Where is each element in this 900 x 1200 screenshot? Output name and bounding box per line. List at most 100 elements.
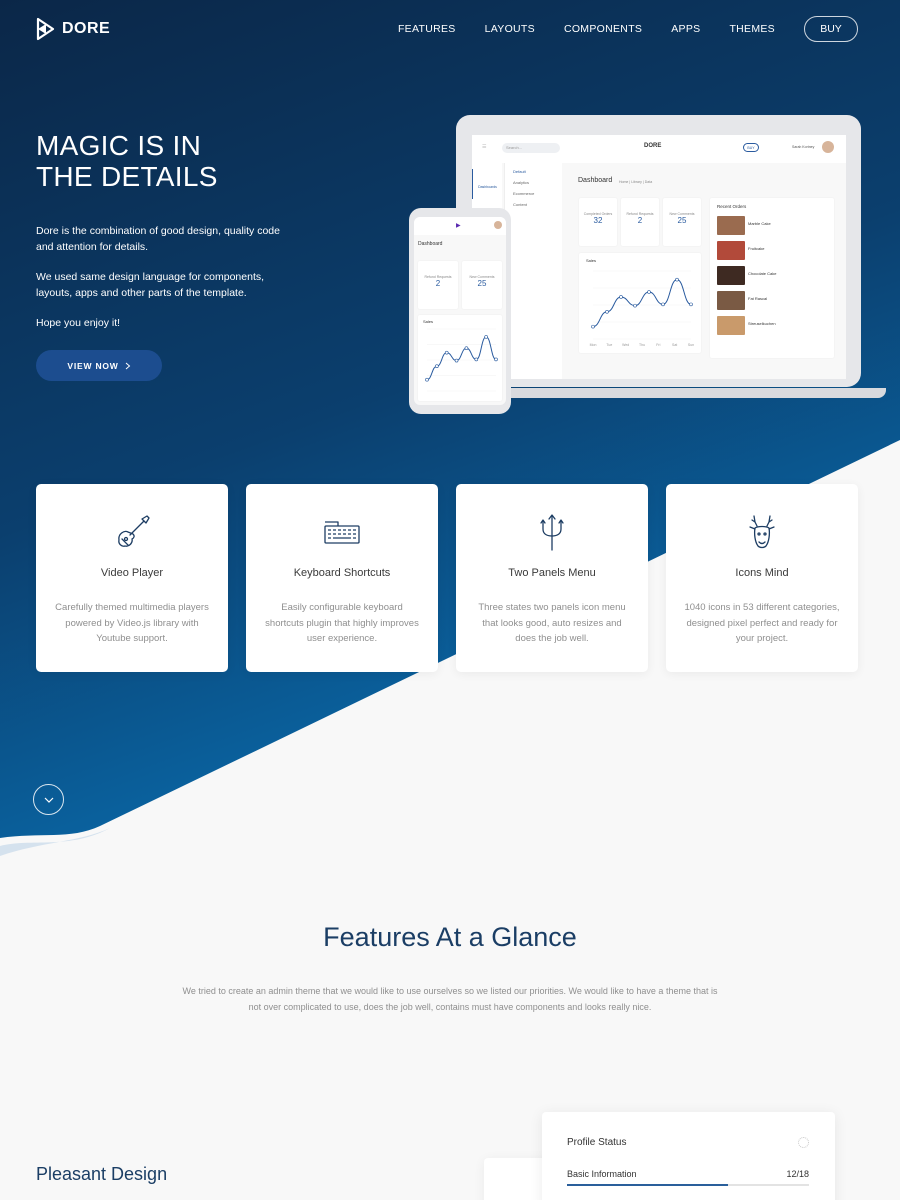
keyboard-icon	[324, 521, 360, 544]
order-thumbnail	[717, 316, 745, 335]
profile-status-card: Profile Status Basic Information 12/18	[542, 1112, 835, 1200]
nav-layouts[interactable]: LAYOUTS	[485, 16, 535, 42]
mockup-stat-value: 2	[637, 216, 643, 225]
menu-toggle-icon: ☰	[482, 144, 487, 150]
chart-point	[474, 357, 479, 362]
mockup-sales-card: Sales Mon Tue Wed Thu Fri Sat Sun	[579, 253, 701, 353]
feature-card-icons-mind[interactable]: Icons Mind 1040 icons in 53 different ca…	[666, 484, 858, 672]
nav-themes[interactable]: THEMES	[729, 16, 775, 42]
chart-point	[494, 357, 498, 362]
nav-features[interactable]: FEATURES	[398, 16, 456, 42]
chart-point	[661, 302, 665, 307]
dore-logo-icon	[36, 17, 55, 41]
chart-line	[592, 279, 692, 328]
feature-card-video-player[interactable]: Video Player Carefully themed multimedia…	[36, 484, 228, 672]
chart-point	[675, 277, 679, 282]
brand-name: DORE	[62, 20, 111, 37]
mockup-stat-card: Refund Requests 2	[621, 198, 659, 246]
order-thumbnail	[717, 216, 745, 235]
chart-point	[444, 350, 449, 355]
guitar-icon	[118, 515, 150, 547]
hero-paragraph-1: Dore is the combination of good design, …	[36, 225, 280, 253]
laptop-mockup: ☰ Search... DORE BUY Sarah Kortney Dashb…	[456, 115, 861, 387]
chart-point	[633, 303, 637, 308]
mockup-breadcrumb: Home | Library | Data	[619, 180, 653, 184]
list-item: Marble Cake	[710, 211, 834, 236]
hero-paragraph-3: Hope you enjoy it!	[36, 317, 121, 329]
mockup-user: Sarah Kortney	[792, 145, 815, 149]
chart-tick-label: Sun	[688, 343, 694, 347]
mockup-stat-value: 32	[593, 216, 603, 225]
profile-progress-count: 12/18	[786, 1169, 809, 1179]
nav-components[interactable]: COMPONENTS	[564, 16, 642, 42]
avatar	[494, 221, 502, 229]
mockup-sub-item: Default	[513, 169, 526, 174]
feature-card-desc: Carefully themed multimedia players powe…	[55, 602, 209, 644]
order-thumbnail	[717, 266, 745, 285]
feature-card-title: Video Player	[100, 567, 164, 579]
mockup-buy: BUY	[743, 143, 759, 152]
mockup-stat-value: 25	[677, 216, 687, 225]
mockup-orders-card: Recent Orders Marble Cake Fruitcake Choc…	[710, 198, 834, 358]
feature-card-title: Two Panels Menu	[508, 567, 596, 579]
chart-tick-label: Sat	[672, 343, 677, 347]
feature-card-title: Keyboard Shortcuts	[293, 567, 391, 579]
scroll-down-button[interactable]	[33, 784, 64, 815]
mockup-sub-item: Content	[513, 202, 528, 207]
phone-stat-value: 25	[477, 279, 487, 288]
hero-title-line-1: MAGIC IS IN	[36, 130, 202, 161]
brand-logo[interactable]: DORE	[36, 17, 110, 41]
section-description: We tried to create an admin theme that w…	[182, 986, 718, 1012]
chart-tick-label: Wed	[622, 343, 629, 347]
phone-screen: ▶ Dashboard Refund Requests 2 New Commen…	[414, 217, 506, 405]
list-item: Fat Rascal	[710, 286, 834, 311]
chart-tick-label: Mon	[590, 343, 597, 347]
chart-point	[435, 364, 439, 369]
deer-icon	[749, 515, 775, 549]
top-navbar: DORE FEATURES LAYOUTS COMPONENTS APPS TH…	[0, 0, 900, 60]
view-now-label: VIEW NOW	[67, 360, 119, 371]
phone-sales-card: Sales	[418, 315, 502, 401]
mockup-sales-chart: Mon Tue Wed Thu Fri Sat Sun	[590, 270, 694, 347]
phone-title: Dashboard	[418, 241, 443, 247]
phone-stat-value: 2	[435, 279, 441, 288]
feature-card-two-panels-menu[interactable]: Two Panels Menu Three states two panels …	[456, 484, 648, 672]
chart-point	[591, 324, 595, 329]
refresh-icon[interactable]	[798, 1137, 809, 1148]
mockup-logo: DORE	[644, 143, 662, 149]
chevron-down-icon	[44, 797, 53, 803]
chart-point	[647, 290, 651, 294]
chart-line	[426, 336, 497, 381]
mockup-sub-item: Analytics	[513, 180, 530, 185]
mockup-side-active: Dashboards	[472, 169, 502, 199]
section-title: Features At a Glance	[323, 922, 577, 952]
chart-point	[605, 309, 609, 314]
mockup-title: Dashboard	[578, 177, 613, 184]
progress-track	[567, 1184, 809, 1186]
avatar	[822, 141, 834, 153]
view-now-button[interactable]: VIEW NOW	[36, 350, 162, 381]
chart-point	[425, 377, 429, 382]
chart-tick-label: Fri	[656, 343, 660, 347]
mockup-submenu: Default Analytics Ecommerce Content	[504, 163, 562, 379]
trident-icon	[540, 514, 564, 551]
feature-card-keyboard-shortcuts[interactable]: Keyboard Shortcuts Easily configurable k…	[246, 484, 438, 672]
mockup-stat-card: New Comments 25	[663, 198, 701, 246]
mockup-sub-item: Ecommerce	[513, 191, 535, 196]
mockup-search: Search...	[502, 143, 560, 153]
chart-tick-label: Thu	[639, 343, 645, 347]
phone-sales-chart	[425, 328, 498, 392]
chart-point	[619, 295, 623, 299]
profile-progress-label: Basic Information	[567, 1169, 637, 1179]
phone-topbar: ▶	[414, 217, 506, 235]
progress-fill	[567, 1184, 729, 1186]
buy-button[interactable]: BUY	[804, 16, 858, 42]
hero-paragraph-2: We used same design language for compone…	[36, 271, 265, 299]
nav-apps[interactable]: APPS	[671, 16, 700, 42]
chart-point	[484, 335, 488, 339]
profile-status-title: Profile Status	[567, 1137, 627, 1148]
chart-point	[454, 358, 459, 363]
phone-logo-icon: ▶	[456, 223, 461, 229]
chart-point	[464, 346, 469, 350]
feature-card-desc: Easily configurable keyboard shortcuts p…	[265, 602, 419, 644]
